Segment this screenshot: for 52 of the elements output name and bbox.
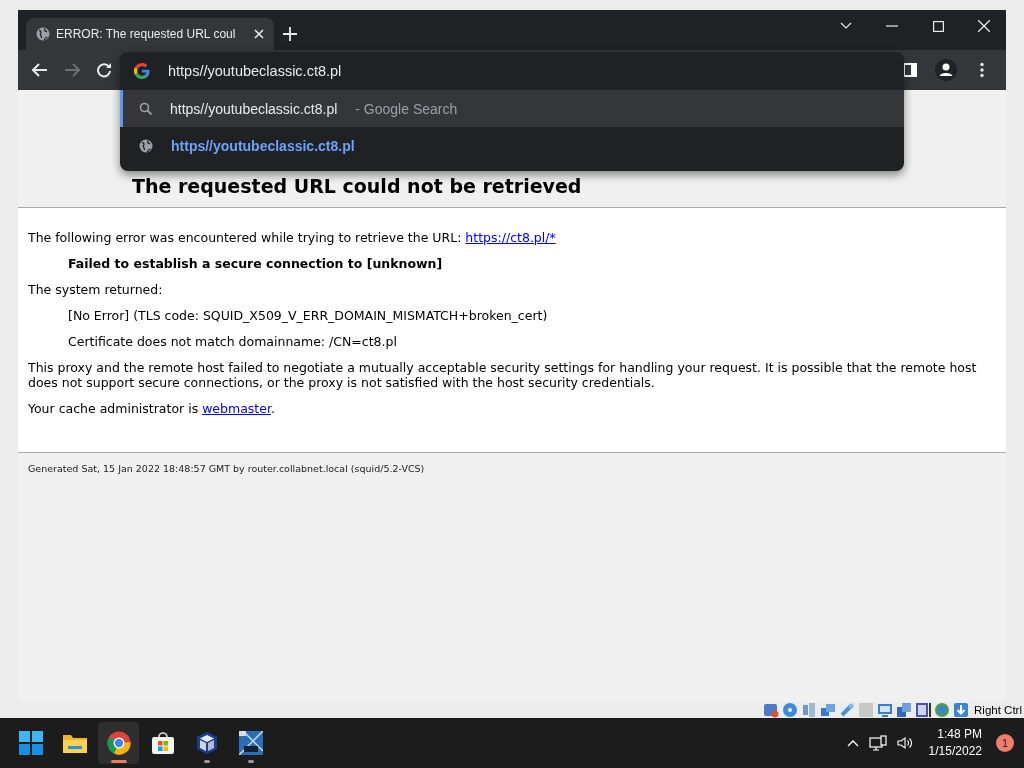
address-field[interactable]: https//youtubeclassic.ct8.pl xyxy=(168,63,904,79)
notification-badge[interactable]: 1 xyxy=(996,734,1014,752)
back-arrow-icon xyxy=(32,63,48,77)
plus-icon xyxy=(283,27,297,41)
page-link[interactable]: https://ct8.pl/* xyxy=(465,230,556,245)
person-icon xyxy=(935,59,957,81)
suggestion-item[interactable]: https//youtubeclassic.ct8.pl - Google Search xyxy=(120,90,904,127)
globe-icon xyxy=(36,27,50,41)
page-paragraph: The following error was encountered while trying to retrieve the URL: https://ct8.pl/* xyxy=(28,230,557,245)
network-monitor-icon[interactable] xyxy=(868,735,887,751)
clock-time[interactable]: 1:48 PM xyxy=(937,726,982,743)
taskbar-app-button[interactable] xyxy=(98,722,139,764)
forward-arrow-icon xyxy=(64,63,80,77)
page-footer-text: Generated Sat, 15 Jan 2022 18:48:57 GMT by router.collabnet.local (squid/5.2-VCS) xyxy=(27,462,426,476)
store-bag-icon xyxy=(150,731,175,755)
vista-logo-icon xyxy=(238,731,263,755)
host-key-label: Right Ctrl xyxy=(974,704,1022,716)
close-icon xyxy=(978,20,990,32)
display-icon[interactable] xyxy=(877,702,894,718)
page-paragraph: This proxy and the remote host failed to negotiate a mutually acceptable security settings for handling your request. It is possible that the remote host does not support secure connections, or the proxy is not satisfied with the host security credentials. xyxy=(28,360,978,390)
reload-icon xyxy=(96,62,112,78)
globe-icon xyxy=(139,138,153,153)
running-indicator xyxy=(247,760,254,763)
chevron-down-icon xyxy=(840,22,852,30)
cube-icon xyxy=(195,731,218,755)
chevron-up-icon[interactable] xyxy=(846,739,859,747)
optical-disc-icon[interactable] xyxy=(782,702,799,718)
chrome-icon xyxy=(106,731,131,755)
search-icon xyxy=(139,102,152,115)
page-paragraph: [No Error] (TLS code: SQUID_X509_V_ERR_DOMAIN_MISMATCH+broken_cert) xyxy=(67,308,549,323)
folder-icon xyxy=(61,732,88,754)
page-heading: The requested URL could not be retrieved xyxy=(132,174,583,198)
running-indicator xyxy=(203,760,210,763)
page-paragraph: The system returned: xyxy=(28,282,164,297)
profile-button[interactable] xyxy=(932,56,960,84)
running-indicator xyxy=(110,760,127,763)
page-link[interactable]: webmaster xyxy=(202,401,271,416)
windows-logo-icon xyxy=(18,731,43,755)
minimize-icon xyxy=(886,25,898,27)
page-paragraph: Your cache administrator is webmaster. xyxy=(28,401,276,416)
browser-tab[interactable]: ERROR: The requested URL coul xyxy=(26,18,274,50)
google-logo-icon xyxy=(134,63,150,79)
clock-date[interactable]: 1/15/2022 xyxy=(928,743,982,760)
network-icon[interactable] xyxy=(820,702,837,718)
page-paragraph: Failed to establish a secure connection to [unknown] xyxy=(67,256,444,271)
maximize-icon xyxy=(932,20,944,32)
close-icon xyxy=(254,29,264,39)
side-panel-icon xyxy=(903,63,917,77)
menu-icon xyxy=(980,62,984,78)
speaker-icon[interactable] xyxy=(896,735,913,751)
page-paragraph: Certificate does not match domainname: /CN=ct8.pl xyxy=(67,334,398,349)
suggestion-item[interactable]: https//youtubeclassic.ct8.pl xyxy=(120,127,904,164)
